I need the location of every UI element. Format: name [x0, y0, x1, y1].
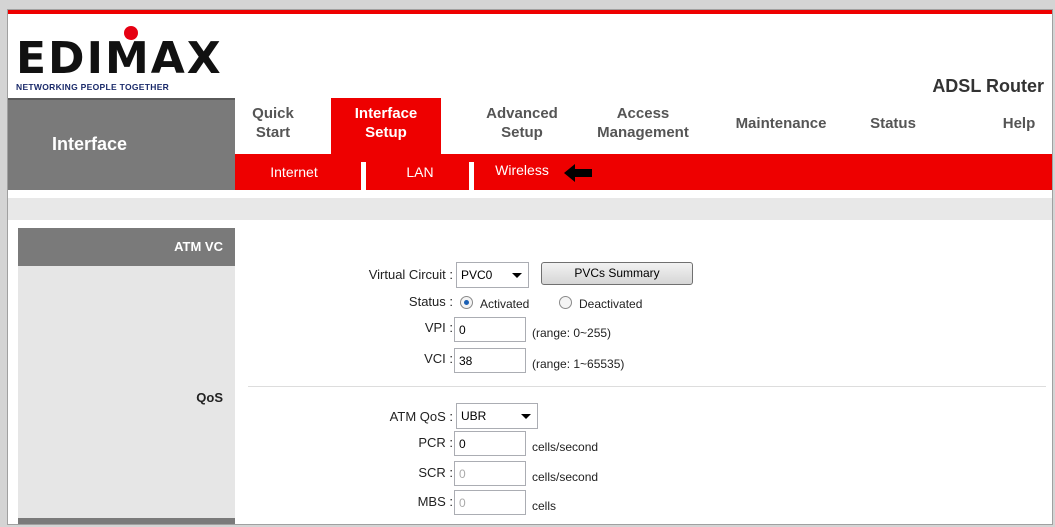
logo-red-dot [124, 26, 138, 40]
status-deactivated-radio[interactable] [559, 296, 572, 309]
main-tabs: Quick Start Interface Setup Advanced Set… [235, 98, 1052, 154]
pvcs-summary-button[interactable]: PVCs Summary [541, 262, 693, 285]
virtual-circuit-select[interactable]: PVC0 [456, 262, 529, 288]
column-bottom-bar [18, 518, 235, 524]
sub-tabs: Internet LAN Wireless [235, 154, 1052, 190]
vpi-input[interactable] [454, 317, 526, 342]
top-accent-line [8, 10, 1052, 14]
virtual-circuit-label: Virtual Circuit : [368, 267, 453, 282]
section-title: Interface [52, 134, 128, 154]
section-divider [248, 386, 1046, 387]
tab-label-line2: Setup [365, 124, 407, 141]
vci-label: VCI : [424, 351, 453, 366]
tab-label: Help [1002, 115, 1036, 132]
pcr-label: PCR : [418, 435, 453, 450]
tab-status[interactable]: Status [863, 114, 923, 133]
section-title-panel: Interface [8, 98, 235, 190]
subtab-separator [469, 162, 474, 190]
vpi-range-hint: (range: 0~255) [532, 326, 612, 340]
pcr-unit: cells/second [532, 440, 599, 454]
subtab-internet[interactable]: Internet [235, 154, 353, 190]
product-name: ADSL Router [932, 76, 1044, 96]
tab-label: Status [870, 115, 916, 132]
logo-tagline: NETWORKING PEOPLE TOGETHER [16, 82, 170, 92]
chevron-down-icon [512, 273, 522, 278]
tab-label: Maintenance [735, 115, 827, 132]
tab-label-line2: Start [255, 124, 291, 141]
vpi-label: VPI : [424, 320, 453, 335]
atm-qos-label: ATM QoS : [389, 409, 453, 424]
edimax-logo: EDIMAX NETWORKING PEOPLE TOGETHER [14, 26, 254, 96]
router-admin-page: EDIMAX NETWORKING PEOPLE TOGETHER ADSL R… [7, 9, 1053, 525]
status-label: Status : [408, 294, 453, 309]
tab-advanced-setup[interactable]: Advanced Setup [467, 104, 577, 142]
tab-label-line1: Interface [354, 105, 418, 122]
section-labels-column: ATM VC QoS [18, 228, 235, 524]
atm-qos-value: UBR [461, 409, 487, 423]
chevron-down-icon [521, 414, 531, 419]
logo-wordmark: EDIMAX [16, 33, 223, 84]
scr-input[interactable] [454, 461, 526, 486]
tab-maintenance[interactable]: Maintenance [713, 114, 849, 133]
subtab-wireless[interactable]: Wireless [479, 154, 565, 190]
tab-label-line2: Setup [501, 124, 543, 141]
tab-label-line1: Advanced [486, 105, 558, 122]
left-arrow-icon [564, 164, 592, 182]
subtab-separator [361, 162, 366, 190]
scr-label: SCR : [418, 465, 453, 480]
section-atm-vc: ATM VC [18, 228, 235, 266]
tab-label-line1: Quick [252, 105, 294, 122]
vci-input[interactable] [454, 348, 526, 373]
section-qos: QoS [196, 390, 223, 405]
mbs-input[interactable] [454, 490, 526, 515]
mbs-label: MBS : [417, 494, 453, 509]
scr-unit: cells/second [532, 470, 599, 484]
tab-label-line1: Access [616, 105, 670, 122]
vci-range-hint: (range: 1~65535) [532, 357, 625, 371]
status-deactivated-label: Deactivated [579, 297, 643, 311]
tab-access-management[interactable]: Access Management [581, 104, 705, 142]
tab-label-line2: Management [597, 124, 689, 141]
mbs-unit: cells [532, 499, 557, 513]
pcr-input[interactable] [454, 431, 526, 456]
status-activated-label: Activated [480, 297, 530, 311]
subtab-lan[interactable]: LAN [371, 154, 469, 190]
atm-qos-select[interactable]: UBR [456, 403, 538, 429]
virtual-circuit-value: PVC0 [461, 268, 493, 282]
tab-quick-start[interactable]: Quick Start [245, 104, 301, 142]
tab-help[interactable]: Help [995, 114, 1043, 133]
status-activated-radio[interactable] [460, 296, 473, 309]
spacer-bar [8, 198, 1052, 220]
tab-interface-setup[interactable]: Interface Setup [331, 98, 441, 154]
